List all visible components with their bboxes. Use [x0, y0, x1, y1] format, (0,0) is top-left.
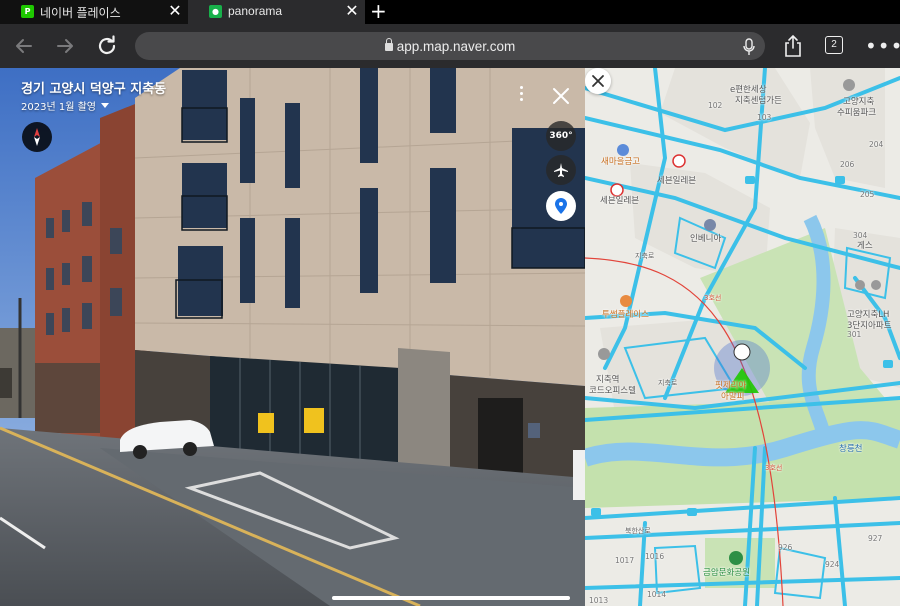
- url-text: app.map.naver.com: [396, 38, 516, 54]
- map-label: 206: [840, 160, 855, 169]
- map-label: 204: [869, 140, 884, 149]
- map-label: 3호선: [765, 464, 783, 472]
- street-view-panorama[interactable]: 경기 고양시 덕양구 지축동 2023년 1월 촬영 360°: [0, 68, 585, 606]
- map-label: 924: [825, 560, 840, 569]
- map-label: 새마을금고: [601, 157, 641, 167]
- map-label: 세븐일레븐: [600, 196, 640, 206]
- naver-place-icon: P: [21, 5, 34, 18]
- view-360-button[interactable]: 360°: [546, 121, 576, 151]
- naver-map-pin-icon: ●: [209, 5, 222, 18]
- microphone-icon[interactable]: [742, 38, 756, 56]
- location-title: 경기 고양시 덕양구 지축동: [21, 82, 167, 97]
- map-label: 북한산로: [625, 527, 651, 535]
- map-label: 205: [860, 190, 875, 199]
- map-label: 927: [868, 534, 883, 543]
- map-label: 지축역: [596, 375, 620, 385]
- map-label: 아말피: [721, 392, 745, 402]
- map-label: 1013: [589, 596, 609, 605]
- location-pin-icon: [555, 198, 567, 214]
- map-label: 세븐일레븐: [657, 176, 697, 186]
- close-tab-icon[interactable]: ✕: [345, 3, 359, 19]
- map-label: 코드오피스텔: [589, 386, 636, 396]
- tab-title: 네이버 플레이스: [40, 6, 121, 20]
- map-label: 1014: [647, 590, 667, 599]
- map-label: 수피움파크: [837, 108, 877, 118]
- tab-bar: P 네이버 플레이스 ✕ ● panorama ✕ +: [0, 0, 900, 24]
- map-label: 1017: [615, 556, 635, 565]
- map-label: 핏제리아: [715, 381, 747, 391]
- close-map-icon[interactable]: [585, 68, 611, 94]
- map-label: 304: [853, 231, 868, 240]
- chevron-down-icon: [100, 103, 109, 108]
- compass-icon[interactable]: [22, 122, 52, 152]
- more-options-icon[interactable]: [517, 86, 525, 104]
- capture-date-text: 2023년 1월 촬영: [21, 102, 96, 113]
- map-label: 지축로: [658, 379, 678, 387]
- map-pin-button[interactable]: [546, 191, 576, 221]
- capture-date-selector[interactable]: 2023년 1월 촬영: [21, 98, 109, 113]
- more-menu-icon[interactable]: •••: [865, 36, 900, 56]
- map-label: 102: [708, 101, 723, 110]
- map-label: 인베니아: [690, 234, 722, 244]
- mini-map[interactable]: e편한세상 지축센텀가든 102 103 고양지축 수피움파크 204 206 …: [585, 68, 900, 606]
- map-label: 301: [847, 330, 862, 339]
- map-label: 금암문화공원: [703, 568, 750, 578]
- map-label: 투썸플레이스: [602, 310, 649, 320]
- aerial-view-button[interactable]: [546, 155, 576, 185]
- new-tab-plus-icon[interactable]: +: [370, 1, 387, 21]
- map-label: 지축로: [635, 252, 655, 260]
- reload-icon[interactable]: [95, 34, 119, 58]
- map-label: 1016: [645, 552, 665, 561]
- tab-title: panorama: [228, 4, 283, 18]
- back-arrow-icon[interactable]: [12, 34, 36, 58]
- tab-panorama[interactable]: ● panorama ✕: [188, 0, 365, 24]
- map-label: 3호선: [704, 294, 722, 302]
- map-label: 고양지축: [843, 97, 875, 107]
- view-360-label: 360°: [549, 131, 573, 141]
- map-label: 926: [778, 543, 793, 552]
- map-label: 창릉천: [839, 444, 863, 454]
- browser-toolbar: app.map.naver.com 2 •••: [0, 24, 900, 68]
- map-label: 지축센텀가든: [735, 96, 782, 106]
- map-label: e편한세상: [730, 85, 767, 95]
- tab-switcher-button[interactable]: 2: [825, 36, 843, 54]
- share-icon[interactable]: [783, 34, 803, 58]
- tab-naver-place[interactable]: P 네이버 플레이스 ✕: [0, 0, 188, 24]
- close-panorama-icon[interactable]: [551, 86, 571, 106]
- close-tab-icon[interactable]: ✕: [168, 3, 182, 19]
- airplane-icon: [554, 163, 568, 177]
- map-label: 고양지축LH: [847, 310, 890, 320]
- map-label: 게스: [857, 241, 873, 251]
- map-label: 103: [757, 113, 772, 122]
- address-bar[interactable]: app.map.naver.com: [135, 32, 765, 60]
- forward-arrow-icon[interactable]: [53, 34, 77, 58]
- lock-icon: [384, 38, 393, 51]
- street-photo: [0, 68, 585, 606]
- home-indicator[interactable]: [332, 596, 570, 600]
